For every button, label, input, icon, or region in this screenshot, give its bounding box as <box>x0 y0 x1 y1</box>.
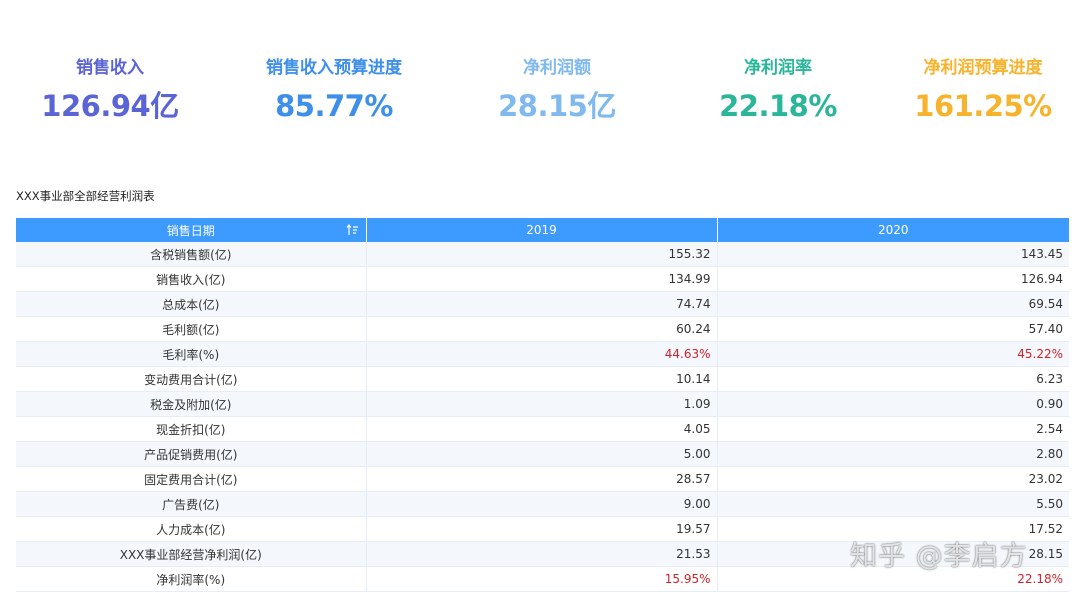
row-name-cell: 毛利额(亿) <box>16 316 367 342</box>
value-2020-cell: 2.54 <box>717 416 1069 442</box>
row-name-cell: XXX事业部经营净利润(亿) <box>16 541 367 567</box>
profit-table: 销售日期 2019 2020 含税销售额(亿) 155.32 143.45 销售收入(… <box>16 218 1069 592</box>
row-name-cell: 毛利率(%) <box>16 341 367 367</box>
table-row[interactable]: 固定费用合计(亿) 28.57 23.02 <box>16 466 1069 492</box>
table-row[interactable]: XXX事业部经营净利润(亿) 21.53 28.15 <box>16 541 1069 567</box>
column-header-date[interactable]: 销售日期 <box>16 218 367 242</box>
value-2020-cell: 17.52 <box>717 516 1069 542</box>
value-2019-cell: 1.09 <box>366 391 718 417</box>
table-row[interactable]: 毛利额(亿) 60.24 57.40 <box>16 316 1069 342</box>
dashboard-page: 销售收入 126.94亿 销售收入预算进度 85.77% 净利润额 28.15亿… <box>0 0 1080 598</box>
value-2020-cell: 28.15 <box>717 541 1069 567</box>
value-2019-cell: 134.99 <box>366 266 718 292</box>
kpi-sales-revenue: 销售收入 126.94亿 <box>0 56 220 124</box>
row-name-cell: 广告费(亿) <box>16 491 367 517</box>
kpi-value: 126.94亿 <box>41 89 179 123</box>
column-header-2020[interactable]: 2020 <box>717 218 1069 242</box>
table-row[interactable]: 变动费用合计(亿) 10.14 6.23 <box>16 366 1069 392</box>
kpi-label: 销售收入 <box>76 58 144 78</box>
value-2020-cell: 69.54 <box>717 291 1069 317</box>
row-name-cell: 总成本(亿) <box>16 291 367 317</box>
table-row[interactable]: 广告费(亿) 9.00 5.50 <box>16 491 1069 517</box>
value-2019-cell: 15.95% <box>366 566 718 592</box>
kpi-label: 净利润预算进度 <box>923 58 1043 78</box>
row-name-cell: 销售收入(亿) <box>16 266 367 292</box>
table-row[interactable]: 现金折扣(亿) 4.05 2.54 <box>16 416 1069 442</box>
value-2019-cell: 10.14 <box>366 366 718 392</box>
value-2019-cell: 28.57 <box>366 466 718 492</box>
kpi-label: 销售收入预算进度 <box>266 58 402 78</box>
kpi-value: 161.25% <box>914 89 1052 123</box>
table-row[interactable]: 总成本(亿) 74.74 69.54 <box>16 291 1069 317</box>
row-name-cell: 现金折扣(亿) <box>16 416 367 442</box>
row-name-cell: 固定费用合计(亿) <box>16 466 367 492</box>
value-2020-cell: 23.02 <box>717 466 1069 492</box>
value-2019-cell: 60.24 <box>366 316 718 342</box>
row-name-cell: 税金及附加(亿) <box>16 391 367 417</box>
row-name-cell: 产品促销费用(亿) <box>16 441 367 467</box>
row-name-cell: 人力成本(亿) <box>16 516 367 542</box>
table-row[interactable]: 毛利率(%) 44.63% 45.22% <box>16 341 1069 367</box>
table-row[interactable]: 人力成本(亿) 19.57 17.52 <box>16 516 1069 542</box>
row-name-cell: 变动费用合计(亿) <box>16 366 367 392</box>
column-header-2019[interactable]: 2019 <box>366 218 718 242</box>
table-body: 含税销售额(亿) 155.32 143.45 销售收入(亿) 134.99 126.94 总… <box>16 242 1069 592</box>
kpi-net-profit: 净利润额 28.15亿 <box>447 56 667 124</box>
table-title: XXX事业部全部经营利润表 <box>16 189 155 203</box>
value-2020-cell: 45.22% <box>717 341 1069 367</box>
value-2019-cell: 5.00 <box>366 441 718 467</box>
table-header-row: 销售日期 2019 2020 <box>16 218 1069 242</box>
value-2020-cell: 143.45 <box>717 242 1069 267</box>
kpi-label: 净利润额 <box>523 58 591 78</box>
value-2019-cell: 9.00 <box>366 491 718 517</box>
value-2019-cell: 74.74 <box>366 291 718 317</box>
sort-icon[interactable] <box>346 223 359 237</box>
kpi-value: 85.77% <box>275 89 393 123</box>
table-row[interactable]: 产品促销费用(亿) 5.00 2.80 <box>16 441 1069 467</box>
row-name-cell: 含税销售额(亿) <box>16 242 367 267</box>
table-row[interactable]: 含税销售额(亿) 155.32 143.45 <box>16 242 1069 267</box>
value-2020-cell: 6.23 <box>717 366 1069 392</box>
kpi-net-profit-rate: 净利润率 22.18% <box>668 56 888 124</box>
value-2020-cell: 2.80 <box>717 441 1069 467</box>
column-header-label: 销售日期 <box>166 223 215 238</box>
kpi-value: 22.18% <box>719 89 837 123</box>
value-2020-cell: 5.50 <box>717 491 1069 517</box>
value-2019-cell: 19.57 <box>366 516 718 542</box>
kpi-value: 28.15亿 <box>498 89 616 123</box>
kpi-strip: 销售收入 126.94亿 销售收入预算进度 85.77% 净利润额 28.15亿… <box>0 56 1080 136</box>
value-2020-cell: 126.94 <box>717 266 1069 292</box>
value-2019-cell: 44.63% <box>366 341 718 367</box>
value-2019-cell: 21.53 <box>366 541 718 567</box>
value-2020-cell: 0.90 <box>717 391 1069 417</box>
kpi-revenue-budget-progress: 销售收入预算进度 85.77% <box>224 56 444 124</box>
table-row[interactable]: 净利润率(%) 15.95% 22.18% <box>16 566 1069 592</box>
table-row[interactable]: 税金及附加(亿) 1.09 0.90 <box>16 391 1069 417</box>
value-2019-cell: 4.05 <box>366 416 718 442</box>
value-2019-cell: 155.32 <box>366 242 718 267</box>
kpi-net-profit-budget-progress: 净利润预算进度 161.25% <box>873 56 1080 124</box>
kpi-label: 净利润率 <box>744 58 812 78</box>
value-2020-cell: 22.18% <box>717 566 1069 592</box>
value-2020-cell: 57.40 <box>717 316 1069 342</box>
row-name-cell: 净利润率(%) <box>16 566 367 592</box>
table-row[interactable]: 销售收入(亿) 134.99 126.94 <box>16 266 1069 292</box>
